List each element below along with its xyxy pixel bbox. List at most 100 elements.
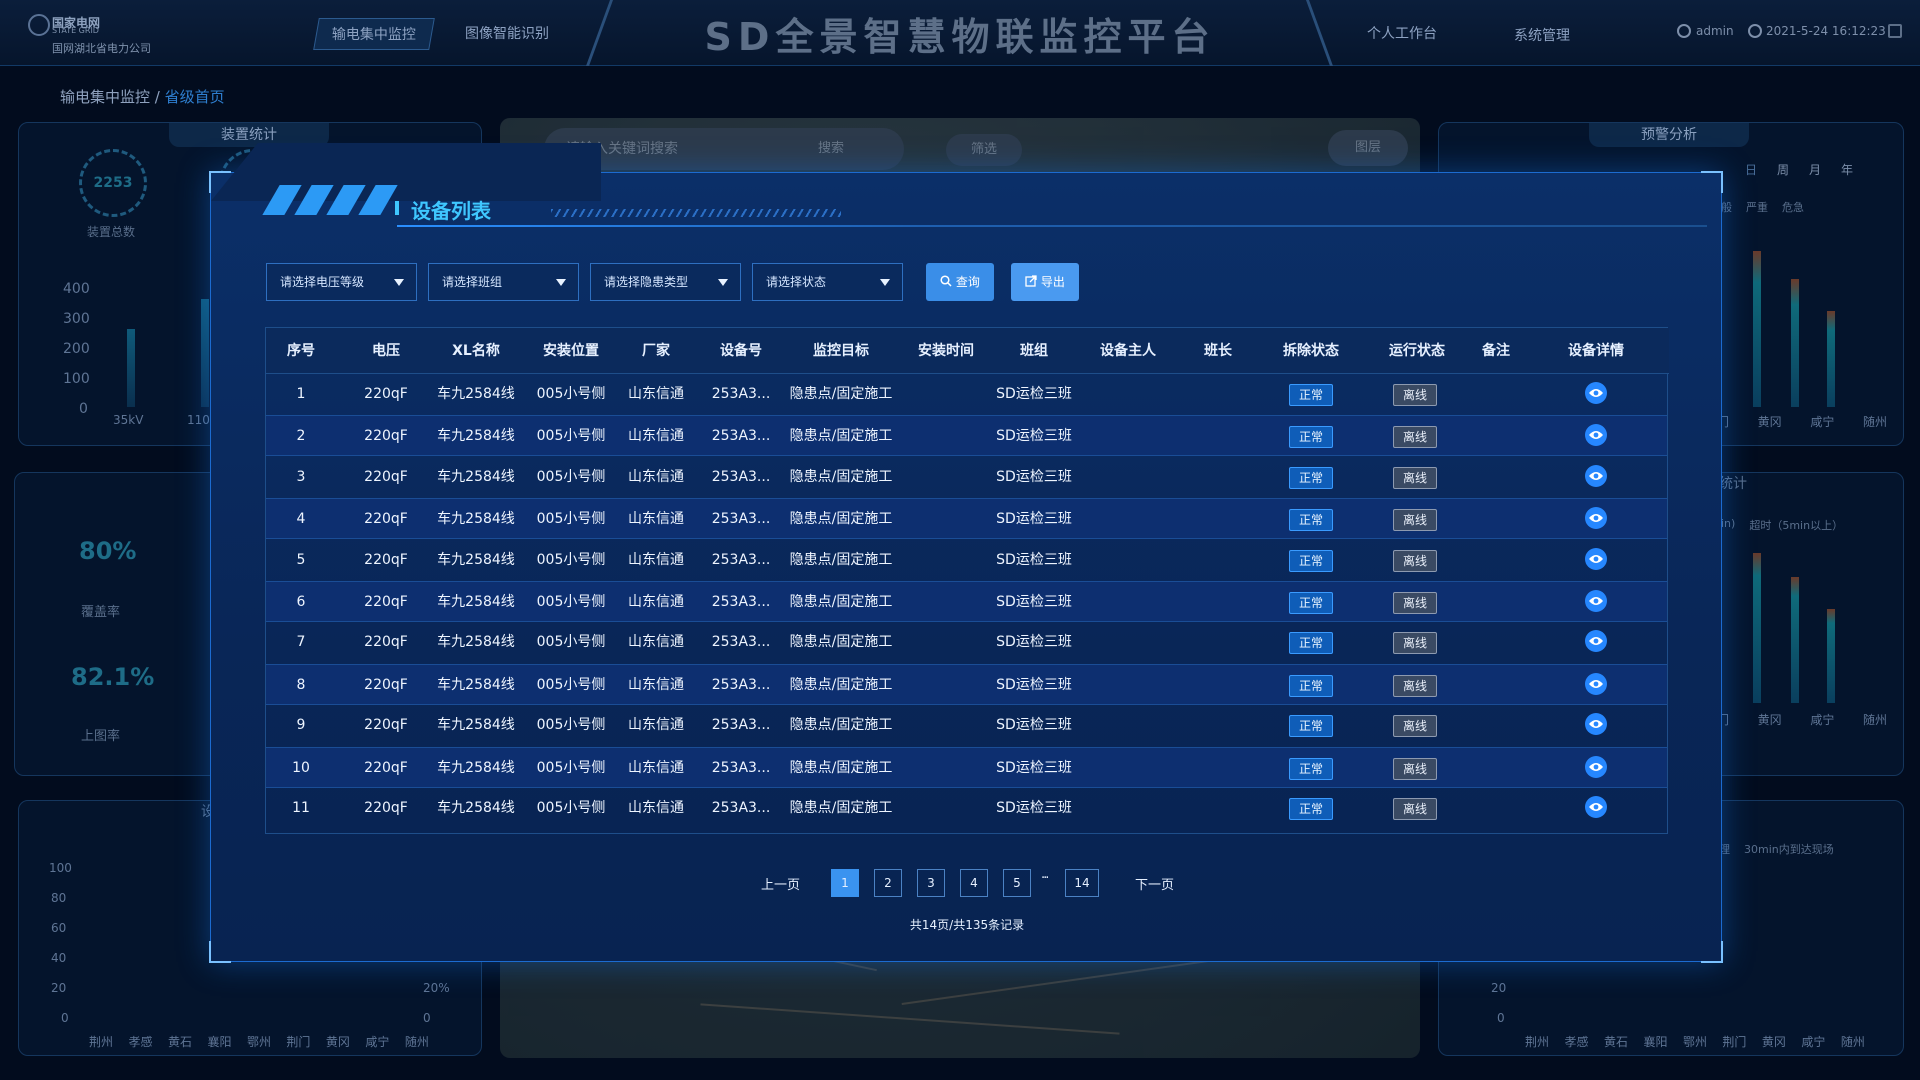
cell-install-time <box>896 665 996 706</box>
x-axis: 门 黄冈 咸宁 随州 <box>1717 711 1887 728</box>
map-search-button[interactable]: 搜索 <box>818 134 844 164</box>
remove-status-badge: 正常 <box>1289 632 1333 654</box>
cell-device: 253A3... <box>711 469 771 485</box>
user-name[interactable]: admin <box>1696 24 1734 38</box>
y-tick: 0 <box>1497 1011 1505 1025</box>
datetime: 2021-5-24 16:12:23 <box>1766 24 1886 38</box>
logout-icon[interactable] <box>1888 24 1902 38</box>
status-select[interactable]: 请选择状态 <box>752 263 903 301</box>
cell-leader <box>1178 374 1258 415</box>
modal-title: 设备列表 <box>411 199 491 223</box>
chart-bar <box>1827 609 1835 703</box>
page-ellipsis: ··· <box>1041 871 1050 886</box>
y-tick: 100 <box>63 371 90 387</box>
cell-voltage: 220qF <box>364 594 408 610</box>
cell-install-time <box>896 499 996 540</box>
cell-owner <box>1078 748 1178 789</box>
cell-line: 车九2584线 <box>437 469 515 485</box>
page-button-4[interactable]: 4 <box>960 869 988 897</box>
export-button[interactable]: 导出 <box>1011 263 1079 301</box>
y-tick: 60 <box>51 921 67 935</box>
x-tick: 荆州 <box>89 1035 114 1049</box>
cell-line: 车九2584线 <box>437 760 515 776</box>
nav-tab-workbench[interactable]: 个人工作台 <box>1352 18 1452 50</box>
device-table: 序号 电压 XL名称 安装位置 厂家 设备号 监控目标 安装时间 班组 设备主人… <box>265 327 1669 834</box>
tab-week[interactable]: 周 <box>1777 161 1789 178</box>
tab-month[interactable]: 月 <box>1809 161 1821 178</box>
cell-install-time <box>896 748 996 789</box>
view-detail-eye-icon[interactable] <box>1585 507 1607 529</box>
view-detail-eye-icon[interactable] <box>1585 756 1607 778</box>
y-tick-right: 0 <box>423 1011 431 1025</box>
x-tick: 荆州 <box>1525 1035 1550 1049</box>
cell-note <box>1466 582 1526 623</box>
cell-note <box>1466 540 1526 581</box>
chart-bar <box>201 299 209 407</box>
table-row: 2 220qF 车九2584线 005小号侧 山东信通 253A3... 隐患点/固定施工 S… <box>266 415 1667 456</box>
cell-location: 005小号侧 <box>536 800 606 816</box>
nav-tab-transmission[interactable]: 输电集中监控 <box>313 18 435 50</box>
remove-status-badge: 正常 <box>1289 715 1333 737</box>
page-button-1[interactable]: 1 <box>831 869 859 897</box>
page-button-3[interactable]: 3 <box>917 869 945 897</box>
clock-icon <box>1748 24 1762 38</box>
y-tick: 400 <box>63 281 90 297</box>
y-tick: 20 <box>51 981 67 995</box>
view-detail-eye-icon[interactable] <box>1585 590 1607 612</box>
cell-device: 253A3... <box>711 717 771 733</box>
export-button-label: 导出 <box>1040 275 1065 289</box>
view-detail-eye-icon[interactable] <box>1585 673 1607 695</box>
hazard-type-select[interactable]: 请选择隐患类型 <box>590 263 741 301</box>
map-layer-button[interactable]: 图层 <box>1328 130 1408 166</box>
cell-location: 005小号侧 <box>536 760 606 776</box>
legend-item: in) <box>1721 517 1736 530</box>
tab-day[interactable]: 日 <box>1745 161 1757 178</box>
cell-voltage: 220qF <box>364 511 408 527</box>
legend: in) 超时（5min以上） <box>1721 517 1843 533</box>
page-button-last[interactable]: 14 <box>1065 869 1099 897</box>
cell-no: 1 <box>296 386 306 402</box>
cell-target: 隐患点/固定施工 <box>789 552 893 568</box>
view-detail-eye-icon[interactable] <box>1585 796 1607 818</box>
view-detail-eye-icon[interactable] <box>1585 424 1607 446</box>
query-button[interactable]: 查询 <box>926 263 994 301</box>
cell-note <box>1466 457 1526 498</box>
select-placeholder: 请选择状态 <box>766 275 827 289</box>
table-row: 7 220qF 车九2584线 005小号侧 山东信通 253A3... 隐患点/固定施工 S… <box>266 622 1667 663</box>
view-detail-eye-icon[interactable] <box>1585 465 1607 487</box>
select-placeholder: 请选择电压等级 <box>280 275 365 289</box>
cell-team: SD运检三班 <box>996 760 1072 776</box>
breadcrumb-parent[interactable]: 输电集中监控 <box>60 88 150 106</box>
view-detail-eye-icon[interactable] <box>1585 548 1607 570</box>
cell-owner <box>1078 582 1178 623</box>
prev-page-button[interactable]: 上一页 <box>761 874 800 893</box>
cell-note <box>1466 499 1526 540</box>
nav-tab-image-recognition[interactable]: 图像智能识别 <box>452 18 562 50</box>
table-row: 4 220qF 车九2584线 005小号侧 山东信通 253A3... 隐患点/固定施工 S… <box>266 498 1667 539</box>
page-button-5[interactable]: 5 <box>1003 869 1031 897</box>
x-tick: 鄂州 <box>1682 1035 1707 1049</box>
column-header: 设备号 <box>720 343 762 359</box>
page-button-2[interactable]: 2 <box>874 869 902 897</box>
voltage-level-select[interactable]: 请选择电压等级 <box>266 263 417 301</box>
view-detail-eye-icon[interactable] <box>1585 630 1607 652</box>
cell-voltage: 220qF <box>364 386 408 402</box>
view-detail-eye-icon[interactable] <box>1585 713 1607 735</box>
cell-target: 隐患点/固定施工 <box>789 677 893 693</box>
nav-tab-system[interactable]: 系统管理 <box>1492 20 1592 52</box>
legend-item: 般 <box>1721 201 1732 214</box>
gauge-total-label: 装置总数 <box>87 225 136 239</box>
run-status-badge: 离线 <box>1393 715 1437 737</box>
nav-tab-label: 输电集中监控 <box>331 27 416 43</box>
run-status-badge: 离线 <box>1393 550 1437 572</box>
team-select[interactable]: 请选择班组 <box>428 263 579 301</box>
cell-voltage: 220qF <box>364 428 408 444</box>
cell-owner <box>1078 540 1178 581</box>
next-page-button[interactable]: 下一页 <box>1135 874 1174 893</box>
view-detail-eye-icon[interactable] <box>1585 382 1607 404</box>
map-filter-button[interactable]: 筛选 <box>946 134 1022 166</box>
column-header: 设备详情 <box>1568 343 1624 359</box>
cell-device: 253A3... <box>711 677 771 693</box>
tab-year[interactable]: 年 <box>1841 161 1853 178</box>
column-header: 厂家 <box>642 343 670 359</box>
